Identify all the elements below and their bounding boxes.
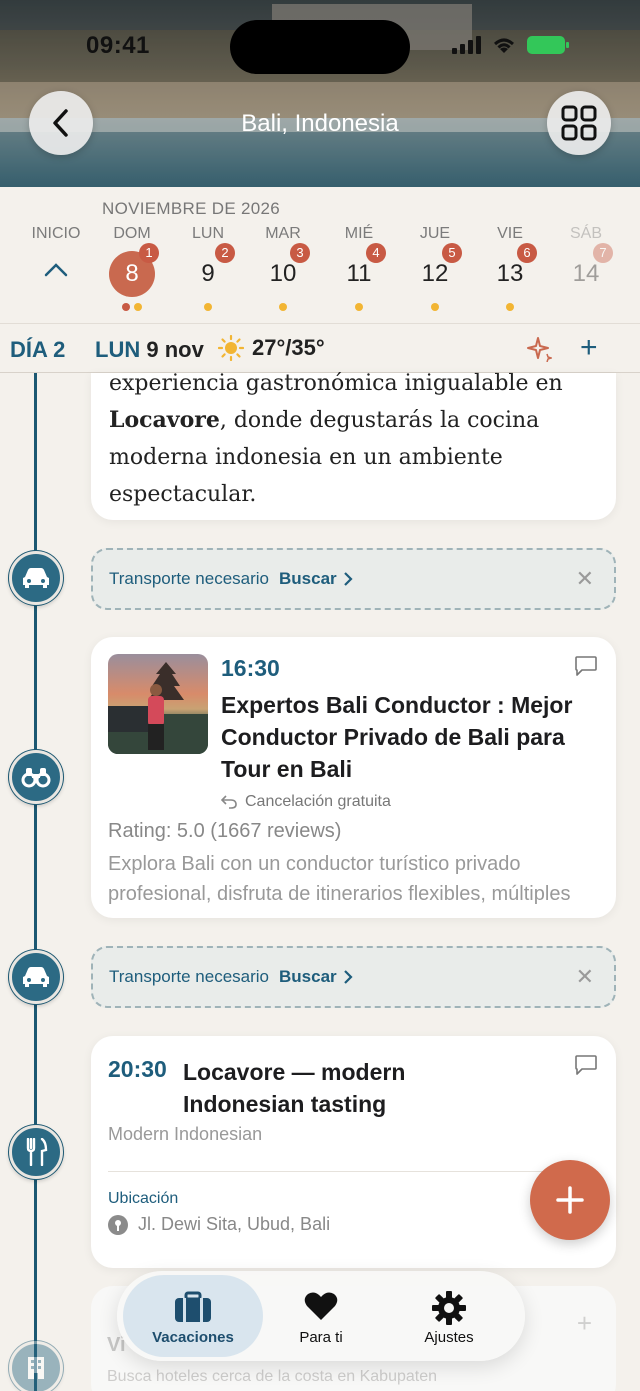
divider — [108, 1171, 598, 1172]
transport-label: Transporte necesario — [109, 569, 270, 588]
day-item[interactable]: JUE 12 5 — [400, 225, 470, 311]
day-item[interactable]: VIE 13 6 — [475, 225, 545, 311]
event-dots — [324, 303, 394, 311]
comment-icon[interactable] — [574, 655, 598, 677]
status-time: 09:41 — [86, 32, 150, 59]
activity-description: Explora Bali con un conductor turístico … — [108, 853, 571, 905]
restaurant-icon — [9, 1125, 63, 1179]
binoculars-icon — [9, 750, 63, 804]
cancellation-info: Cancelación gratuita — [221, 793, 391, 811]
chevron-right-icon — [343, 970, 353, 984]
day-item[interactable]: SÁB 14 7 — [551, 225, 621, 297]
pin-icon — [108, 1214, 128, 1235]
day-badge: 2 — [215, 243, 235, 263]
gear-icon — [432, 1291, 466, 1325]
day-badge: 4 — [366, 243, 386, 263]
tab-vacaciones[interactable]: Vacaciones — [123, 1275, 263, 1357]
day-item[interactable]: DOM 81 — [97, 225, 167, 311]
tab-para-ti[interactable]: Para ti — [251, 1275, 391, 1357]
sun-icon — [218, 335, 244, 361]
wifi-icon — [494, 38, 514, 53]
day-badge: 5 — [442, 243, 462, 263]
close-icon[interactable]: ✕ — [576, 566, 594, 592]
activity-thumbnail — [108, 654, 208, 754]
start-label: INICIO — [31, 225, 81, 242]
dynamic-island — [230, 20, 410, 74]
day-badge: 7 — [593, 243, 613, 263]
activity-card[interactable]: 16:30 Expertos Bali Conductor : Mejor Co… — [91, 637, 616, 918]
description-text: experiencia gastronómica inigualable en … — [109, 371, 563, 507]
event-dots — [97, 303, 167, 311]
day-badge: 3 — [290, 243, 310, 263]
day-number: DÍA 2 — [10, 337, 66, 362]
close-icon[interactable]: ✕ — [576, 964, 594, 990]
hotel-suggestion-text: Busca hoteles cerca de la costa en Kabup… — [107, 1368, 437, 1385]
add-button[interactable]: + — [580, 333, 598, 363]
chevron-up-icon — [44, 263, 68, 277]
suitcase-icon — [175, 1291, 211, 1322]
signal-icon — [452, 36, 481, 54]
day-date: LUN 9 nov — [95, 337, 204, 362]
grid-view-button[interactable] — [547, 91, 611, 155]
event-dots — [248, 303, 318, 311]
search-transport-link[interactable]: Buscar — [279, 967, 337, 987]
restaurant-title: Locavore — modern Indonesian tasting — [183, 1059, 406, 1117]
description-card: experiencia gastronómica inigualable en … — [91, 371, 616, 520]
status-icons — [452, 35, 569, 55]
grid-icon — [561, 105, 597, 141]
event-dots — [475, 303, 545, 311]
search-transport-link[interactable]: Buscar — [279, 569, 337, 589]
add-hotel-button[interactable]: + — [577, 1308, 592, 1339]
transport-banner[interactable]: Transporte necesario Buscar ✕ — [91, 946, 616, 1008]
day-badge: 6 — [517, 243, 537, 263]
day-item[interactable]: MAR 10 3 — [248, 225, 318, 311]
day-item[interactable]: MIÉ 11 4 — [324, 225, 394, 311]
activity-title: Expertos Bali Conductor : Mejor Conducto… — [221, 692, 573, 782]
restaurant-card[interactable]: 20:30 Locavore — modern Indonesian tasti… — [91, 1036, 616, 1268]
undo-icon — [221, 795, 237, 809]
transport-banner[interactable]: Transporte necesario Buscar ✕ — [91, 548, 616, 610]
start-button[interactable]: INICIO — [21, 225, 91, 243]
plus-icon — [556, 1186, 584, 1214]
hotel-icon — [9, 1341, 63, 1391]
car-icon — [9, 950, 63, 1004]
activity-rating: Rating: 5.0 (1667 reviews) — [108, 820, 342, 842]
car-icon — [9, 551, 63, 605]
comment-icon[interactable] — [574, 1054, 598, 1076]
day-item[interactable]: LUN 92 — [173, 225, 243, 311]
page-title: Bali, Indonesia — [241, 110, 399, 137]
tab-bar: Vacaciones Para ti Ajustes — [117, 1271, 525, 1361]
heart-icon — [304, 1292, 338, 1320]
restaurant-cuisine: Modern Indonesian — [108, 1124, 263, 1144]
day-badge: 1 — [139, 243, 159, 263]
restaurant-address[interactable]: Jl. Dewi Sita, Ubud, Bali — [108, 1214, 330, 1235]
location-label: Ubicación — [108, 1190, 179, 1207]
timeline-line — [34, 373, 37, 1391]
chevron-right-icon — [343, 572, 353, 586]
date-strip: NOVIEMBRE DE 2026 INICIO DOM 81 LUN 92 M… — [0, 187, 640, 324]
month-label: NOVIEMBRE DE 2026 — [102, 199, 280, 218]
sparkle-icon[interactable] — [526, 336, 552, 362]
event-dots — [400, 303, 470, 311]
restaurant-time: 20:30 — [108, 1056, 167, 1082]
add-fab-button[interactable] — [530, 1160, 610, 1240]
activity-time: 16:30 — [221, 655, 280, 681]
tab-ajustes[interactable]: Ajustes — [379, 1275, 519, 1357]
weather: 27°/35° — [218, 335, 325, 361]
transport-label: Transporte necesario — [109, 967, 270, 986]
event-dots — [173, 303, 243, 311]
battery-icon — [527, 36, 569, 54]
